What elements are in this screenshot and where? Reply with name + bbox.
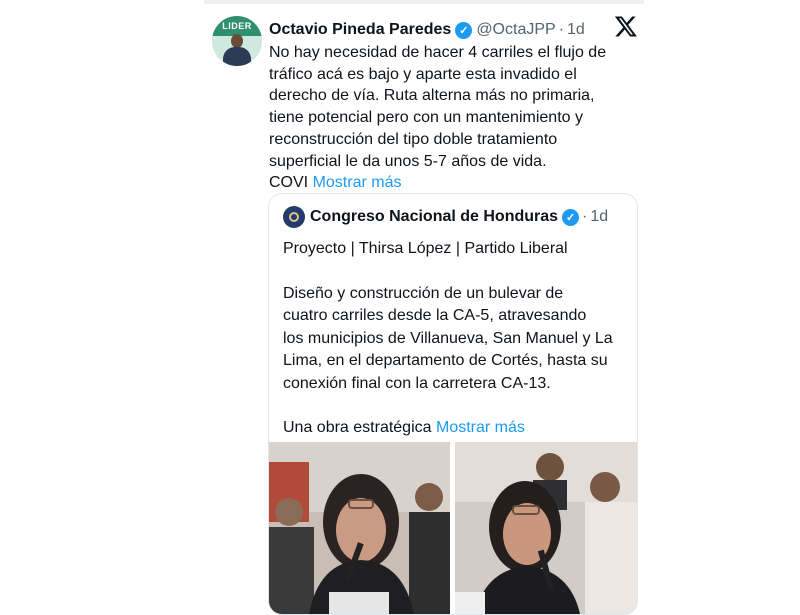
quoted-media-grid [269,442,637,614]
tweet-text: No hay necesidad de hacer 4 carriles el … [269,42,639,194]
avatar-banner-text: LIDER [212,16,262,36]
avatar-person-body [223,47,251,66]
tweet-text-truncated: COVI [269,174,309,192]
post-timestamp[interactable]: 1d [567,21,585,39]
author-name[interactable]: Octavio Pineda Paredes [269,21,451,39]
quoted-text-last-line: Una obra estratégica Mostrar más [283,417,628,440]
x-logo-icon[interactable] [614,14,638,38]
quoted-tweet-header: Congreso Nacional de Honduras ✓ · 1d [283,206,608,228]
tweet-text-line: tráfico acá es bajo y aparte esta invadi… [269,65,577,83]
quoted-tweet[interactable]: Congreso Nacional de Honduras ✓ · 1d Pro… [268,193,638,615]
verified-badge-icon: ✓ [562,208,580,226]
media-photo-2[interactable] [455,442,637,614]
author-avatar[interactable]: LIDER [212,16,262,66]
tweet-text-line: derecho de vía. Ruta alterna más no prim… [269,87,595,105]
quoted-text-line: Lima, en el departamento de Cortés, hast… [283,352,608,369]
verified-badge-icon: ✓ [455,21,473,39]
quoted-text-line: los municipios de Villanueva, San Manuel… [283,329,613,347]
quoted-author-avatar[interactable] [283,206,305,228]
quoted-author-name[interactable]: Congreso Nacional de Honduras [310,208,558,226]
quoted-show-more-link[interactable]: Mostrar más [436,419,525,436]
seal-icon [289,212,299,222]
header-separator: · [558,21,565,38]
quoted-text-line: Proyecto | Thirsa López | Partido Libera… [283,240,568,257]
quoted-header-separator: · [582,208,588,225]
tweet-header: Octavio Pineda Paredes ✓ @OctaJPP · 1d [269,18,585,42]
media-photo-1[interactable] [269,442,450,614]
quoted-timestamp[interactable]: 1d [590,208,608,226]
quoted-text-line: Diseño y construcción de un bulevar de [283,284,564,302]
tweet-text-last-line: COVI Mostrar más [269,172,639,194]
top-divider [204,0,644,4]
quoted-text-line: cuatro carriles desde la CA-5, atravesan… [283,307,587,324]
tweet-text-line: reconstrucción del tipo doble tratamient… [269,130,558,148]
avatar-person-head [231,34,243,48]
quoted-tweet-text: Proyecto | Thirsa López | Partido Libera… [283,238,628,440]
show-more-link[interactable]: Mostrar más [313,174,402,191]
author-handle[interactable]: @OctaJPP [476,21,555,39]
tweet-text-line: superficial le da unos 5-7 años de vida. [269,152,547,170]
quoted-text-truncated: Una obra estratégica [283,419,432,436]
tweet-card[interactable]: LIDER Octavio Pineda Paredes ✓ @OctaJPP … [210,8,640,615]
tweet-text-line: No hay necesidad de hacer 4 carriles el … [269,44,607,61]
quoted-text-line: conexión final con la carretera CA-13. [283,374,551,392]
tweet-text-line: tiene potencial pero con un mantenimient… [269,109,583,127]
